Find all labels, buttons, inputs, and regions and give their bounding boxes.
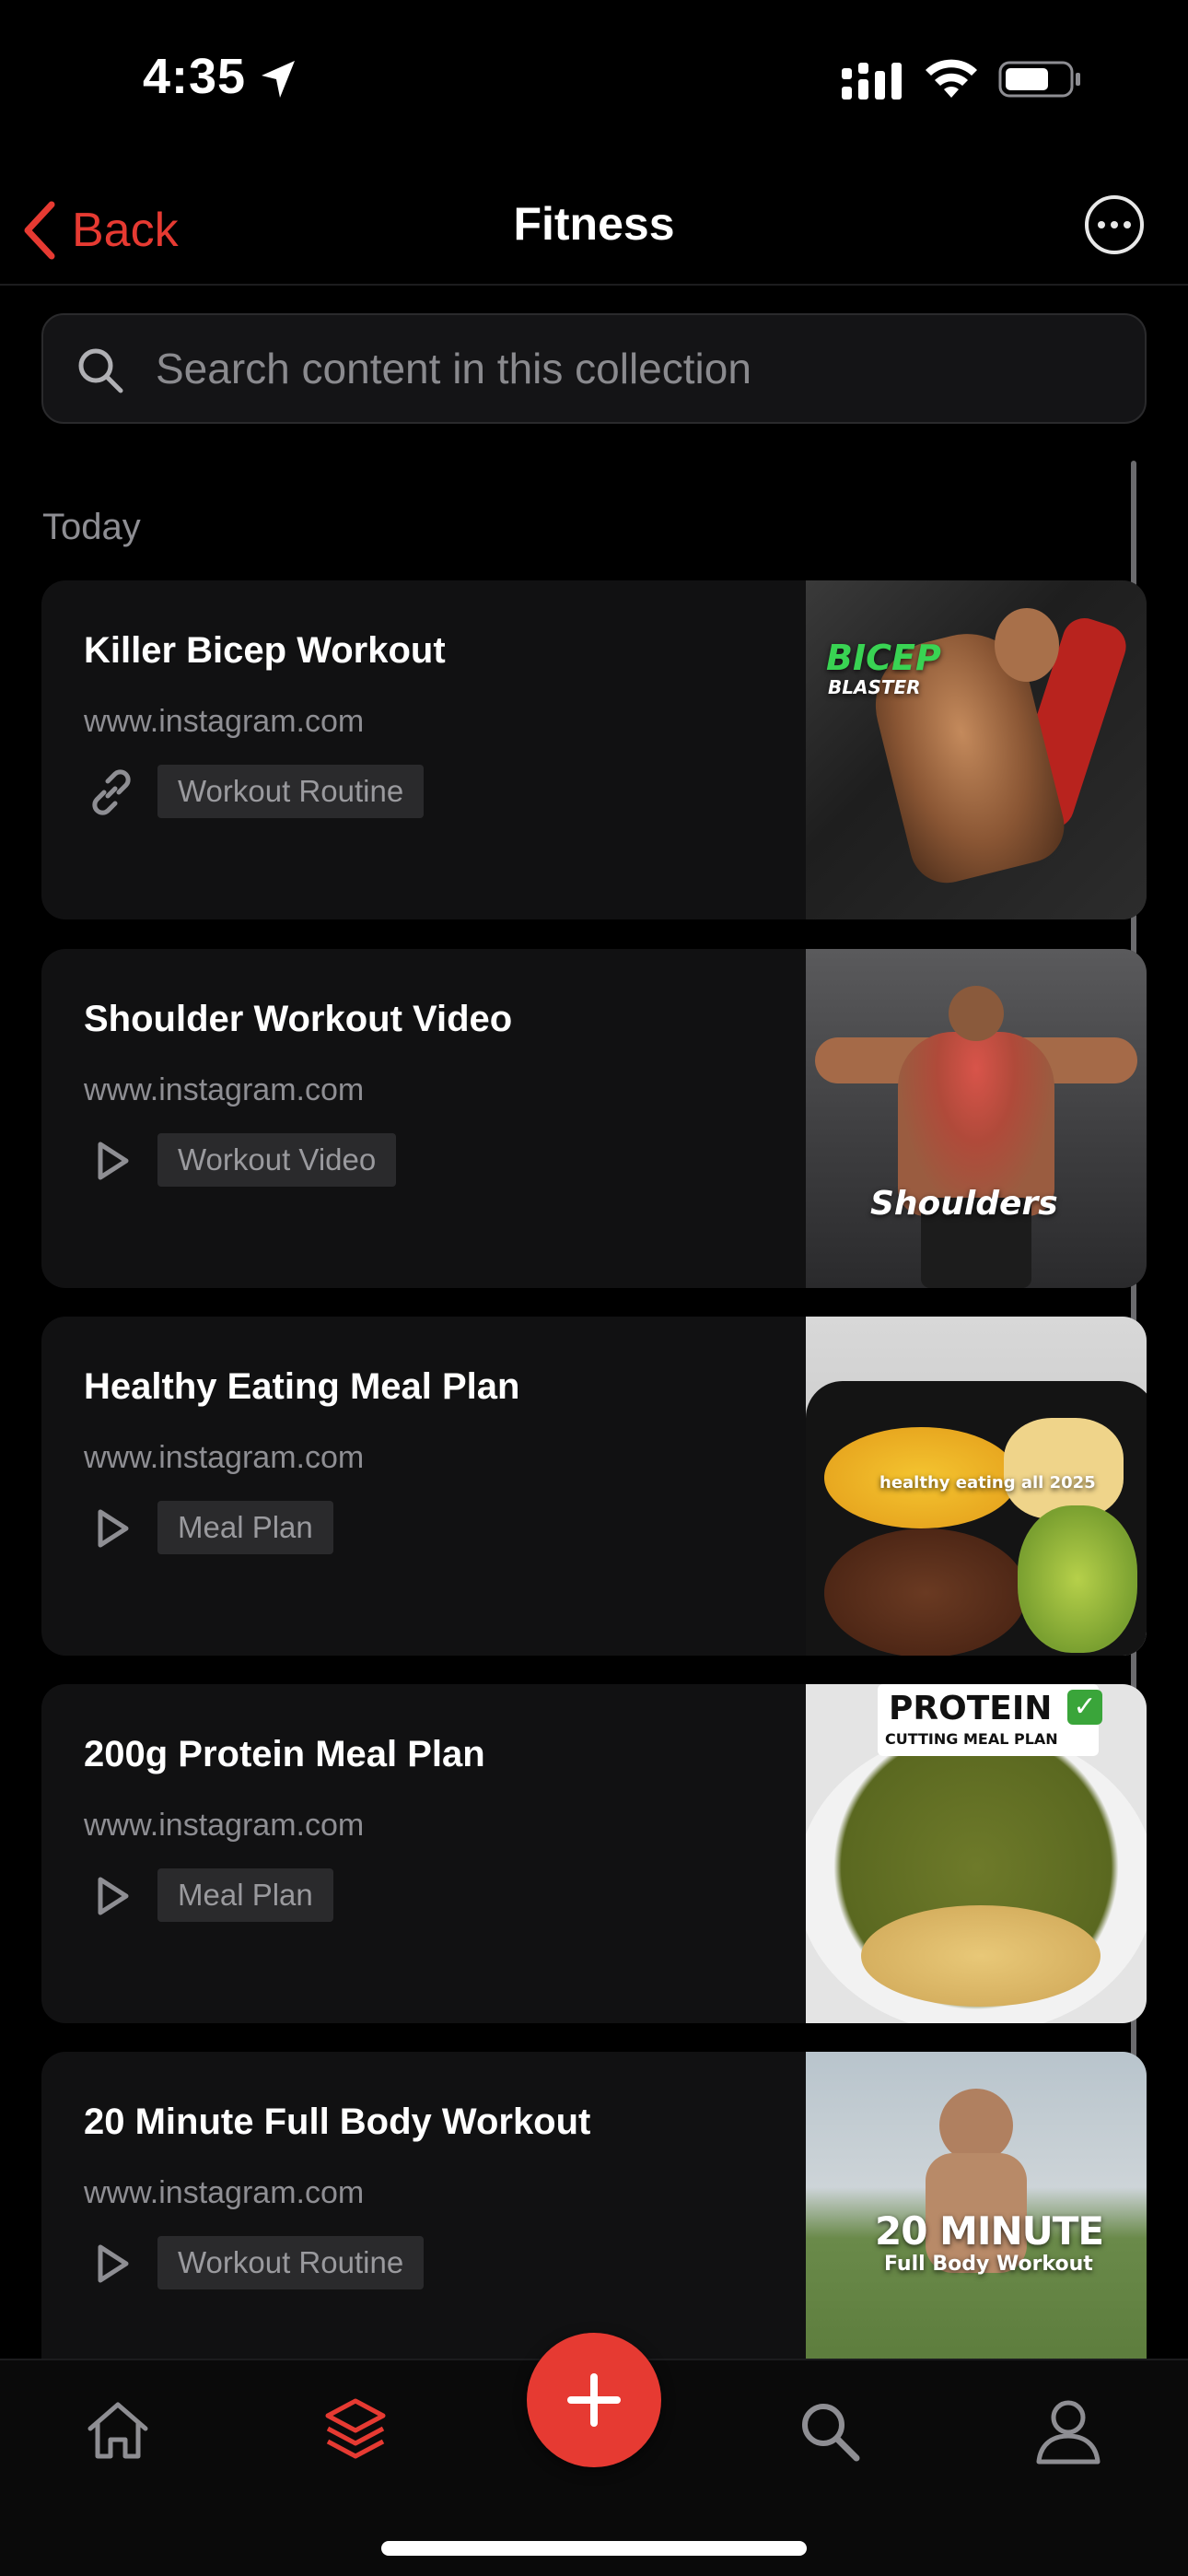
home-indicator[interactable] [381, 2541, 807, 2556]
play-icon [98, 1877, 129, 1915]
item-thumbnail: healthy eating all 2025 [806, 1317, 1147, 1656]
item-title: 20 Minute Full Body Workout [84, 2102, 591, 2142]
collections-icon[interactable] [319, 2394, 392, 2467]
search-bar[interactable] [41, 313, 1147, 424]
item-tag: Meal Plan [157, 1501, 333, 1554]
item-domain: www.instagram.com [84, 1808, 365, 1843]
location-arrow-icon [262, 61, 295, 98]
thumbnail-caption: healthy eating all 2025 [879, 1473, 1096, 1493]
more-options-button[interactable] [1085, 195, 1144, 254]
item-thumbnail: Shoulders [806, 949, 1147, 1288]
item-thumbnail: PROTEIN ✓ CUTTING MEAL PLAN [806, 1684, 1147, 2023]
item-thumbnail: BICEP BLASTER [806, 580, 1147, 919]
item-domain: www.instagram.com [84, 1072, 365, 1107]
item-tag: Workout Routine [157, 2236, 425, 2289]
item-domain: www.instagram.com [84, 704, 365, 739]
play-icon [98, 1509, 129, 1548]
thumbnail-caption: Shoulders [870, 1185, 1058, 1223]
status-time: 4:35 [143, 49, 247, 104]
ellipsis-icon [1098, 221, 1105, 228]
item-title: Shoulder Workout Video [84, 999, 513, 1039]
thumbnail-caption: PROTEIN [889, 1690, 1053, 1727]
thumbnail-caption: BICEP [826, 638, 941, 678]
thumbnail-caption-secondary: BLASTER [828, 676, 921, 698]
item-thumbnail: 20 MINUTE Full Body Workout [806, 2052, 1147, 2391]
profile-icon[interactable] [1031, 2394, 1105, 2467]
search-input[interactable] [156, 315, 1113, 422]
item-tag: Workout Video [157, 1133, 397, 1187]
list-item[interactable]: Shoulder Workout Video www.instagram.com… [41, 949, 1147, 1288]
section-header-today: Today [42, 507, 141, 547]
thumbnail-caption-secondary: CUTTING MEAL PLAN [885, 1730, 1058, 1748]
item-domain: www.instagram.com [84, 1440, 365, 1475]
wifi-icon [926, 59, 977, 98]
cellular-signal-icon [842, 63, 902, 100]
search-icon[interactable] [792, 2394, 866, 2467]
battery-icon [998, 61, 1080, 98]
item-tag: Meal Plan [157, 1868, 333, 1922]
play-icon [98, 2244, 129, 2283]
plus-icon [567, 2373, 621, 2427]
page-title: Fitness [513, 198, 675, 250]
item-tag: Workout Routine [157, 765, 425, 818]
thumbnail-caption: 20 MINUTE [875, 2208, 1104, 2254]
list-item[interactable]: Healthy Eating Meal Plan www.instagram.c… [41, 1317, 1147, 1656]
search-icon [78, 348, 123, 393]
item-title: Healthy Eating Meal Plan [84, 1366, 520, 1407]
list-item[interactable]: Killer Bicep Workout www.instagram.com W… [41, 580, 1147, 919]
status-bar: 4:35 [0, 0, 1188, 157]
checkmark-icon: ✓ [1067, 1690, 1102, 1725]
item-title: 200g Protein Meal Plan [84, 1734, 485, 1774]
item-title: Killer Bicep Workout [84, 630, 446, 671]
thumbnail-caption-secondary: Full Body Workout [884, 2253, 1093, 2276]
play-icon [98, 1142, 129, 1180]
home-icon[interactable] [81, 2394, 155, 2467]
navigation-bar: Back Fitness [0, 175, 1188, 286]
item-domain: www.instagram.com [84, 2175, 365, 2210]
list-item[interactable]: 200g Protein Meal Plan www.instagram.com… [41, 1684, 1147, 2023]
link-icon [92, 769, 131, 815]
add-button[interactable] [527, 2333, 661, 2467]
